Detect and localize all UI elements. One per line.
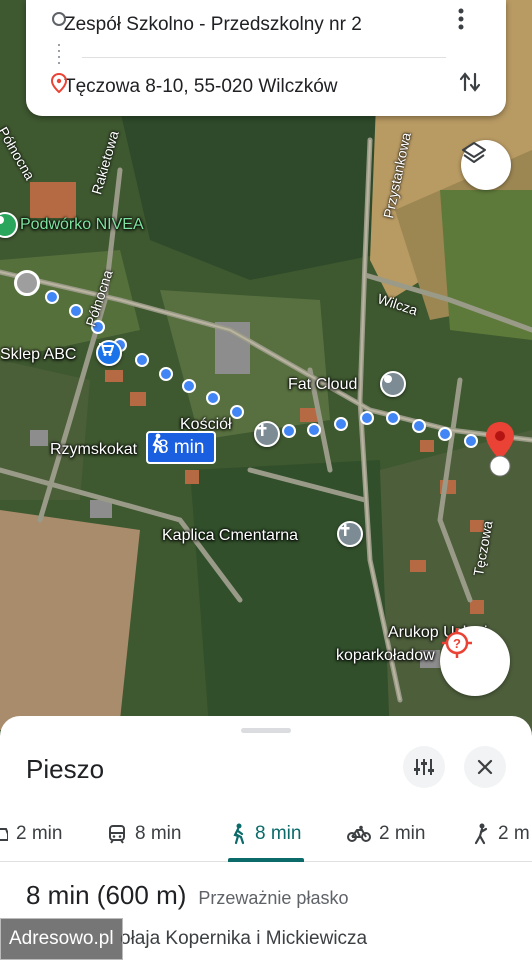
route-summary[interactable]: 8 min (600 m) Przeważnie płasko (26, 880, 348, 911)
svg-text:?: ? (453, 636, 461, 651)
origin-circle-icon (52, 12, 66, 26)
gps-target-icon: ? (442, 628, 472, 658)
mode-time: 2 min (16, 823, 63, 844)
tab-car[interactable]: 2 min (0, 806, 62, 862)
car-icon (0, 828, 8, 841)
mode-time: 2 min (379, 823, 426, 844)
poi-label[interactable]: Sklep ABC (0, 346, 76, 364)
route-terrain-note: Przeważnie płasko (198, 888, 349, 908)
route-connector (58, 44, 60, 64)
cart-icon (99, 343, 114, 356)
drag-handle[interactable] (241, 728, 291, 733)
ride-icon (474, 823, 488, 845)
poi-label[interactable]: Rzymskokat (50, 441, 137, 459)
watermark: Adresowo.pl (0, 918, 123, 960)
tab-transit[interactable]: 8 min (107, 806, 181, 862)
locate-button[interactable]: ? (440, 626, 510, 696)
poi-label[interactable]: Fat Cloud (288, 376, 357, 394)
swap-route-button[interactable] (458, 70, 492, 104)
poi-label[interactable]: koparkoładow (336, 647, 435, 665)
route-search-card: Zespół Szkolno - Przedszkolny nr 2 Tęczo… (26, 0, 506, 116)
place-icon (384, 375, 392, 383)
origin-marker[interactable] (14, 270, 40, 296)
transit-icon (109, 825, 125, 844)
location-pin-icon (486, 422, 514, 477)
origin-field[interactable]: Zespół Szkolno - Przedszkolny nr 2 (50, 10, 362, 40)
route-options-button[interactable] (403, 746, 445, 788)
mode-time: 8 min (135, 823, 182, 844)
cross-icon (340, 524, 350, 536)
poi-pin[interactable] (380, 371, 406, 397)
more-options-button[interactable] (458, 8, 492, 42)
map-view[interactable]: Północna Rakietowa Północna Przystankowa… (0, 0, 532, 740)
tab-ride[interactable]: 2 m (472, 806, 530, 862)
church-pin[interactable] (254, 421, 280, 447)
tune-icon (414, 759, 434, 775)
travel-modes-tabs: 2 min 8 min 8 min 2 min 2 m (0, 806, 532, 862)
church-pin[interactable] (337, 521, 363, 547)
travel-mode-title: Pieszo (26, 754, 105, 784)
destination-field[interactable]: Tęczowa 8-10, 55-020 Wilczków (50, 72, 338, 102)
divider (82, 57, 446, 58)
origin-text: Zespół Szkolno - Przedszkolny nr 2 (64, 14, 362, 35)
shop-pin[interactable] (96, 340, 122, 366)
route-via: ołaja Kopernika i Mickiewicza (120, 928, 368, 949)
tab-bike[interactable]: 2 min (347, 806, 425, 862)
poi-label[interactable]: Podwórko NIVEA (20, 216, 144, 234)
close-icon (477, 759, 493, 775)
walk-time-chip[interactable]: 8 min (146, 431, 217, 464)
place-icon (0, 216, 4, 224)
mode-time: 2 m (498, 823, 530, 844)
destination-pin[interactable] (484, 420, 516, 480)
walk-icon (233, 823, 245, 845)
cross-icon (257, 424, 267, 436)
location-pin-icon (50, 72, 68, 94)
walk-icon (152, 433, 164, 453)
active-tab-indicator (228, 858, 304, 862)
swap-vert-icon (459, 72, 481, 92)
tab-walk[interactable]: 8 min (229, 806, 301, 862)
destination-text: Tęczowa 8-10, 55-020 Wilczków (64, 76, 338, 97)
layers-button[interactable] (461, 140, 511, 190)
route-duration-distance: 8 min (600 m) (26, 880, 187, 910)
mode-time: 8 min (255, 823, 302, 844)
layers-icon (462, 142, 486, 163)
bike-icon (347, 825, 371, 842)
more-vert-icon (458, 8, 464, 30)
poi-label[interactable]: Kaplica Cmentarna (162, 527, 298, 545)
close-button[interactable] (464, 746, 506, 788)
